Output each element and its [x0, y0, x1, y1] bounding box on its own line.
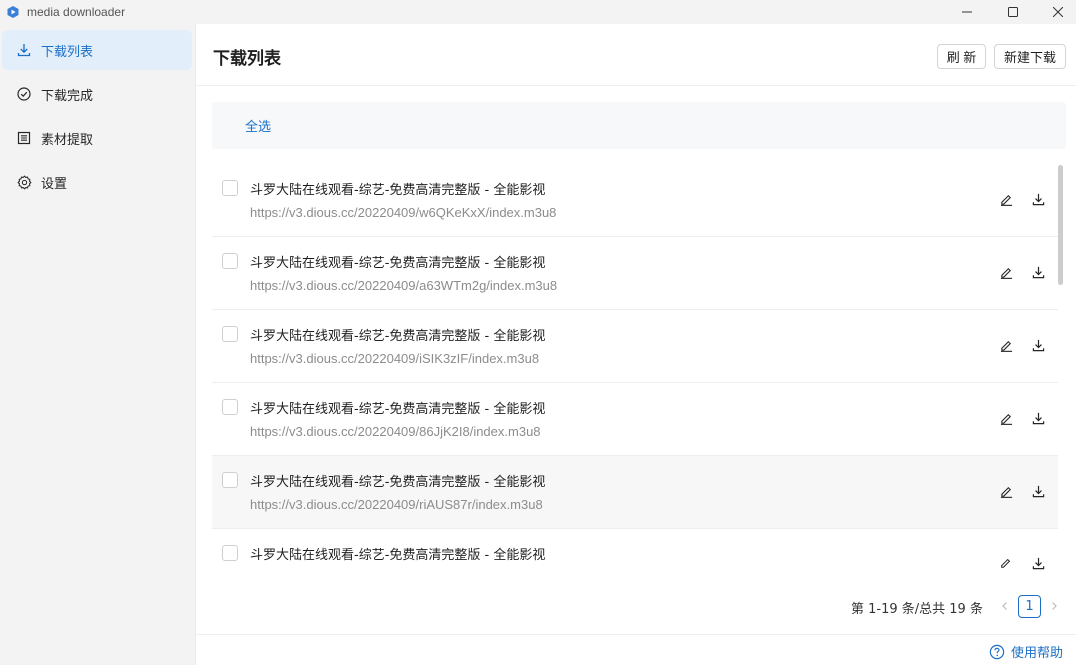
list-item[interactable]: 斗罗大陆在线观看-综艺-免费高清完整版 - 全能影视 https://v3.di…	[212, 456, 1058, 529]
edit-icon[interactable]	[998, 337, 1014, 353]
list-document-icon	[16, 130, 32, 146]
question-circle-icon	[989, 644, 1005, 659]
minimize-icon	[962, 11, 972, 13]
row-url: https://v3.dious.cc/20220409/iSIK3zIF/in…	[250, 351, 540, 366]
download-icon[interactable]	[1030, 555, 1046, 571]
divider	[197, 634, 1076, 635]
maximize-button[interactable]	[990, 0, 1036, 24]
row-checkbox[interactable]	[222, 180, 238, 196]
download-icon[interactable]	[1030, 191, 1046, 207]
row-url: https://v3.dious.cc/20220409/a63WTm2g/in…	[250, 278, 558, 293]
row-url: https://v3.dious.cc/20220409/86JjK2I8/in…	[250, 424, 541, 439]
row-title: 斗罗大陆在线观看-综艺-免费高清完整版 - 全能影视	[250, 548, 546, 563]
row-checkbox[interactable]	[222, 472, 238, 488]
close-icon	[1053, 7, 1063, 17]
list-item[interactable]: 斗罗大陆在线观看-综艺-免费高清完整版 - 全能影视 https://v3.di…	[212, 237, 1058, 310]
app-logo-icon	[7, 6, 19, 18]
help-link[interactable]: 使用帮助	[989, 642, 1063, 661]
edit-icon[interactable]	[998, 555, 1014, 571]
download-icon[interactable]	[1030, 264, 1046, 280]
row-url: https://v3.dious.cc/20220409/riAUS87r/in…	[250, 497, 543, 512]
list-item[interactable]: 斗罗大陆在线观看-综艺-免费高清完整版 - 全能影视 https://v3.di…	[212, 164, 1058, 237]
list-item[interactable]: 斗罗大陆在线观看-综艺-免费高清完整版 - 全能影视 https://v3.di…	[212, 310, 1058, 383]
new-download-button[interactable]: 新建下载	[994, 44, 1066, 69]
download-icon[interactable]	[1030, 410, 1046, 426]
minimize-button[interactable]	[944, 0, 990, 24]
list-item[interactable]: 斗罗大陆在线观看-综艺-免费高清完整版 - 全能影视	[212, 529, 1058, 580]
row-checkbox[interactable]	[222, 545, 238, 561]
row-checkbox[interactable]	[222, 326, 238, 342]
download-icon[interactable]	[1030, 337, 1046, 353]
close-button[interactable]	[1035, 0, 1076, 24]
sidebar-item-extract[interactable]: 素材提取	[2, 118, 192, 158]
row-url: https://v3.dious.cc/20220409/w6QKeKxX/in…	[250, 205, 557, 220]
sidebar-item-completed[interactable]: 下载完成	[2, 74, 192, 114]
gear-icon	[16, 174, 32, 190]
check-circle-icon	[16, 86, 32, 102]
sidebar-item-label: 素材提取	[41, 132, 94, 148]
download-icon[interactable]	[1030, 483, 1046, 499]
sidebar-item-label: 设置	[41, 176, 68, 192]
download-list: 斗罗大陆在线观看-综艺-免费高清完整版 - 全能影视 https://v3.di…	[212, 164, 1058, 580]
row-checkbox[interactable]	[222, 399, 238, 415]
select-all-link[interactable]: 全选	[245, 116, 271, 135]
window-title: media downloader	[27, 5, 126, 19]
edit-icon[interactable]	[998, 264, 1014, 280]
row-title: 斗罗大陆在线观看-综艺-免费高清完整版 - 全能影视	[250, 183, 546, 198]
help-label: 使用帮助	[1011, 646, 1064, 661]
title-bar: media downloader	[0, 0, 1076, 24]
sidebar-item-label: 下载列表	[41, 44, 94, 60]
edit-icon[interactable]	[998, 483, 1014, 499]
sidebar: 下载列表 下载完成 素材提取 设置	[0, 24, 196, 665]
page-number-current[interactable]: 1	[1018, 595, 1041, 618]
row-title: 斗罗大陆在线观看-综艺-免费高清完整版 - 全能影视	[250, 329, 546, 344]
download-icon	[16, 42, 32, 58]
row-title: 斗罗大陆在线观看-综艺-免费高清完整版 - 全能影视	[250, 475, 546, 490]
sidebar-item-settings[interactable]: 设置	[2, 162, 192, 202]
selection-bar: 全选	[212, 102, 1066, 149]
row-title: 斗罗大陆在线观看-综艺-免费高清完整版 - 全能影视	[250, 402, 546, 417]
page-info: 第 1-19 条/总共 19 条	[851, 602, 983, 617]
list-scrollbar[interactable]	[1058, 165, 1063, 285]
sidebar-item-download-list[interactable]: 下载列表	[2, 30, 192, 70]
prev-page-icon[interactable]	[997, 598, 1013, 614]
list-item[interactable]: 斗罗大陆在线观看-综艺-免费高清完整版 - 全能影视 https://v3.di…	[212, 383, 1058, 456]
main-content: 下载列表 刷 新 新建下载 全选 斗罗大陆在线观看-综艺-免费高清完整版 - 全…	[197, 24, 1076, 665]
refresh-button[interactable]: 刷 新	[937, 44, 986, 69]
edit-icon[interactable]	[998, 191, 1014, 207]
divider	[197, 85, 1076, 86]
maximize-icon	[1008, 7, 1018, 17]
row-checkbox[interactable]	[222, 253, 238, 269]
next-page-icon[interactable]	[1046, 598, 1062, 614]
row-title: 斗罗大陆在线观看-综艺-免费高清完整版 - 全能影视	[250, 256, 546, 271]
pagination: 第 1-19 条/总共 19 条 1	[197, 594, 1076, 618]
page-title: 下载列表	[213, 49, 281, 69]
edit-icon[interactable]	[998, 410, 1014, 426]
sidebar-item-label: 下载完成	[41, 88, 94, 104]
